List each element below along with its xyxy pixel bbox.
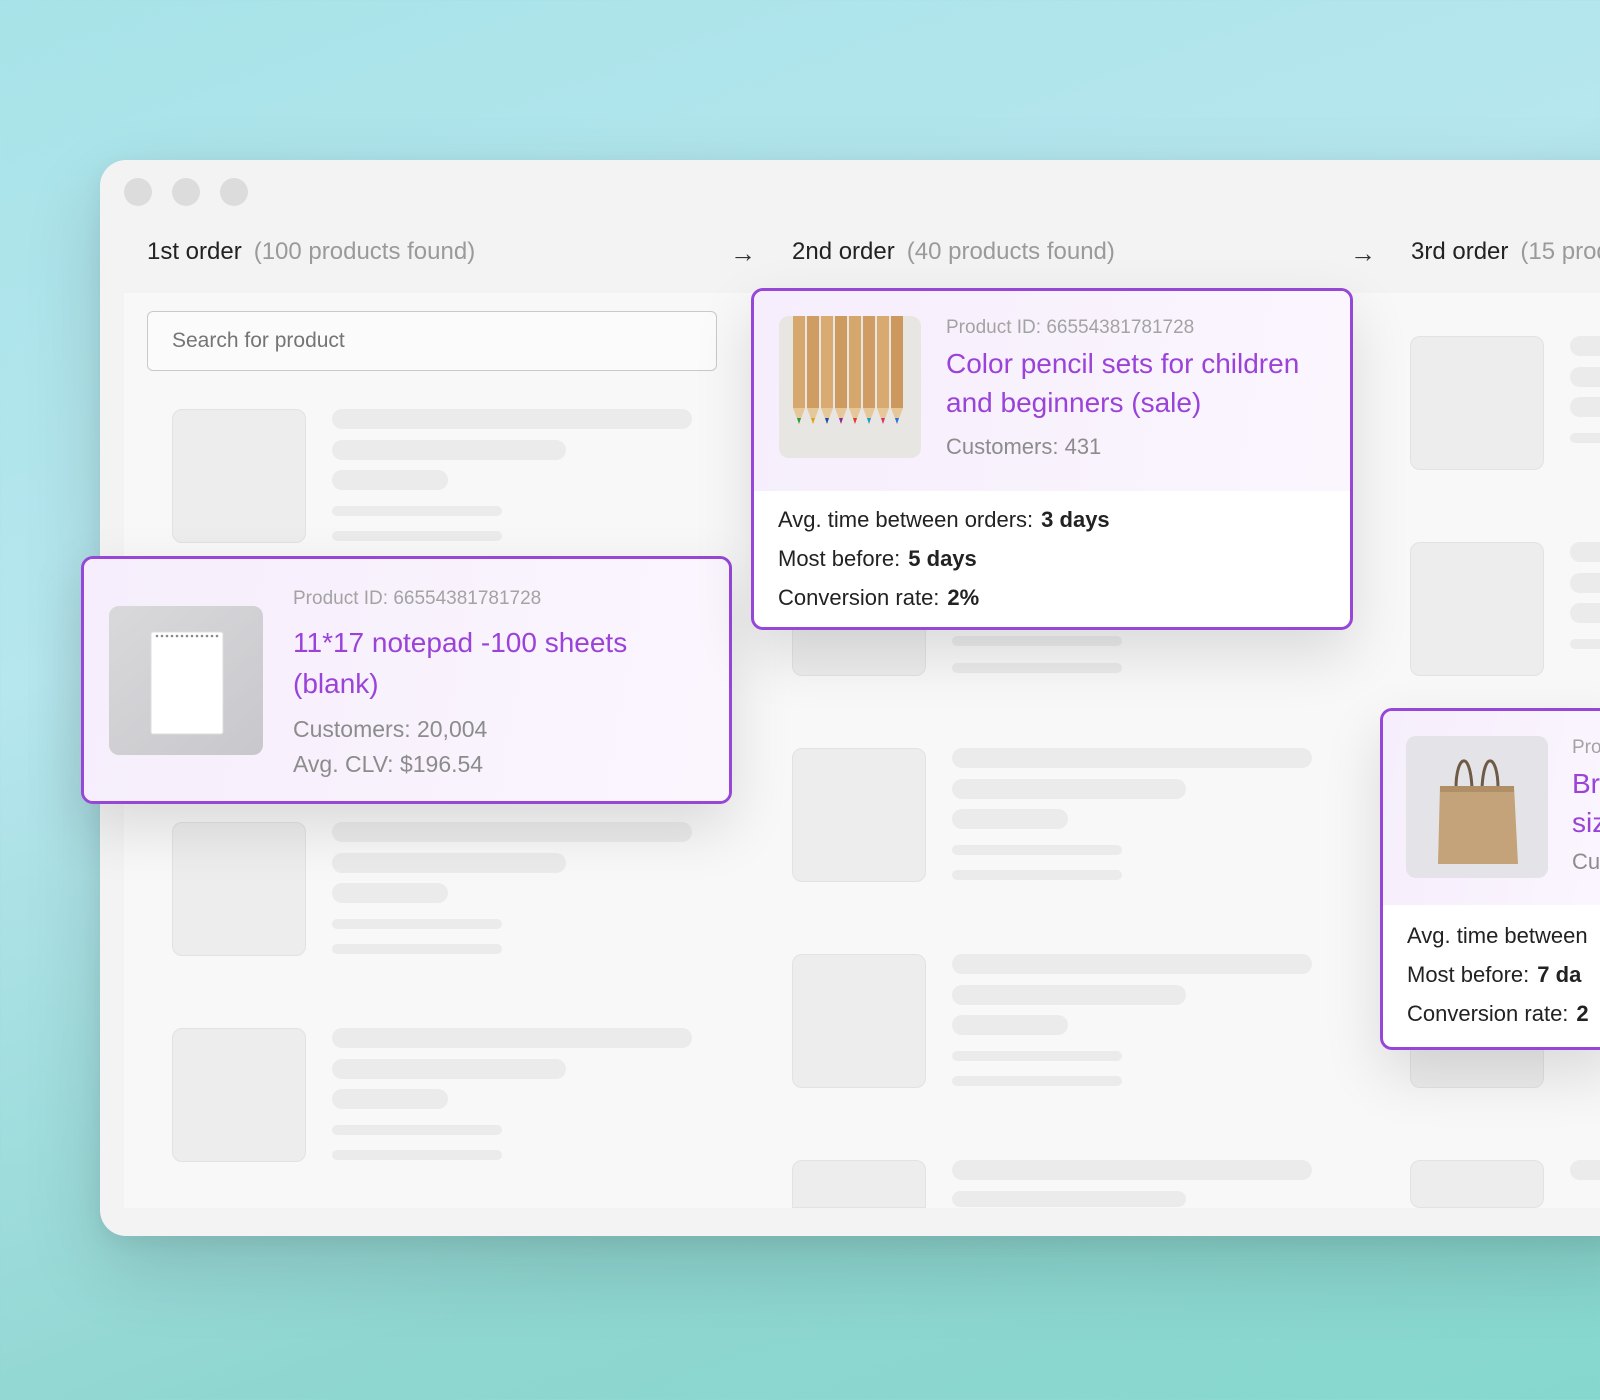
- stat-avg-time-between-orders: Avg. time between: [1407, 923, 1588, 948]
- column-header-1st-order: 1st order (100 products found): [147, 238, 475, 266]
- column-title: 1st order: [147, 238, 242, 265]
- product-title-line-1[interactable]: Br: [1572, 764, 1600, 803]
- stat-conversion-rate: Conversion rate: 2: [1407, 1001, 1589, 1026]
- column-count: (40 products found): [906, 238, 1115, 265]
- tote-bag-image: [1406, 736, 1548, 878]
- product-id: Product ID: 66554381781728: [946, 317, 1195, 338]
- avg-clv: Avg. CLV: $196.54: [293, 751, 484, 777]
- stat-most-before: Most before: 5 days: [778, 546, 977, 571]
- search-input[interactable]: [147, 311, 717, 371]
- column-header-3rd-order: 3rd order (15 products found): [1411, 238, 1600, 266]
- column-title: 3rd order: [1411, 238, 1509, 265]
- window-close-dot[interactable]: [124, 178, 152, 206]
- product-id: Pro: [1572, 737, 1600, 758]
- customers-count: Customers: 20,004: [293, 716, 488, 742]
- color-pencils-image: [779, 316, 921, 458]
- stat-avg-time-between-orders: Avg. time between orders: 3 days: [778, 507, 1110, 532]
- product-card-notepad[interactable]: Product ID: 66554381781728 11*17 notepad…: [81, 556, 732, 804]
- column-count: (100 products found): [253, 238, 476, 265]
- arrow-right-icon: →: [730, 238, 756, 268]
- stat-conversion-rate: Conversion rate: 2%: [778, 585, 980, 610]
- product-card-color-pencils[interactable]: Product ID: 66554381781728 Color pencil …: [751, 288, 1353, 630]
- customers-count: Cu: [1572, 849, 1600, 874]
- column-header-2nd-order: 2nd order (40 products found): [792, 238, 1115, 266]
- column-count: (15 products found): [1520, 238, 1600, 265]
- customers-count: Customers: 431: [946, 434, 1102, 459]
- product-title[interactable]: 11*17 notepad -100 sheets (blank): [293, 622, 693, 704]
- column-title: 2nd order: [792, 238, 895, 265]
- notepad-image: [109, 606, 263, 755]
- product-id: Product ID: 66554381781728: [293, 588, 542, 609]
- product-card-tote-bag[interactable]: Pro Br siz Cu Avg. time between Most bef…: [1380, 708, 1600, 1050]
- product-title-line-2[interactable]: siz: [1572, 803, 1600, 842]
- window-maximize-dot[interactable]: [220, 178, 248, 206]
- stat-most-before: Most before: 7 da: [1407, 962, 1582, 987]
- arrow-right-icon: →: [1350, 238, 1376, 268]
- window-minimize-dot[interactable]: [172, 178, 200, 206]
- product-title[interactable]: Color pencil sets for children and begin…: [946, 344, 1326, 422]
